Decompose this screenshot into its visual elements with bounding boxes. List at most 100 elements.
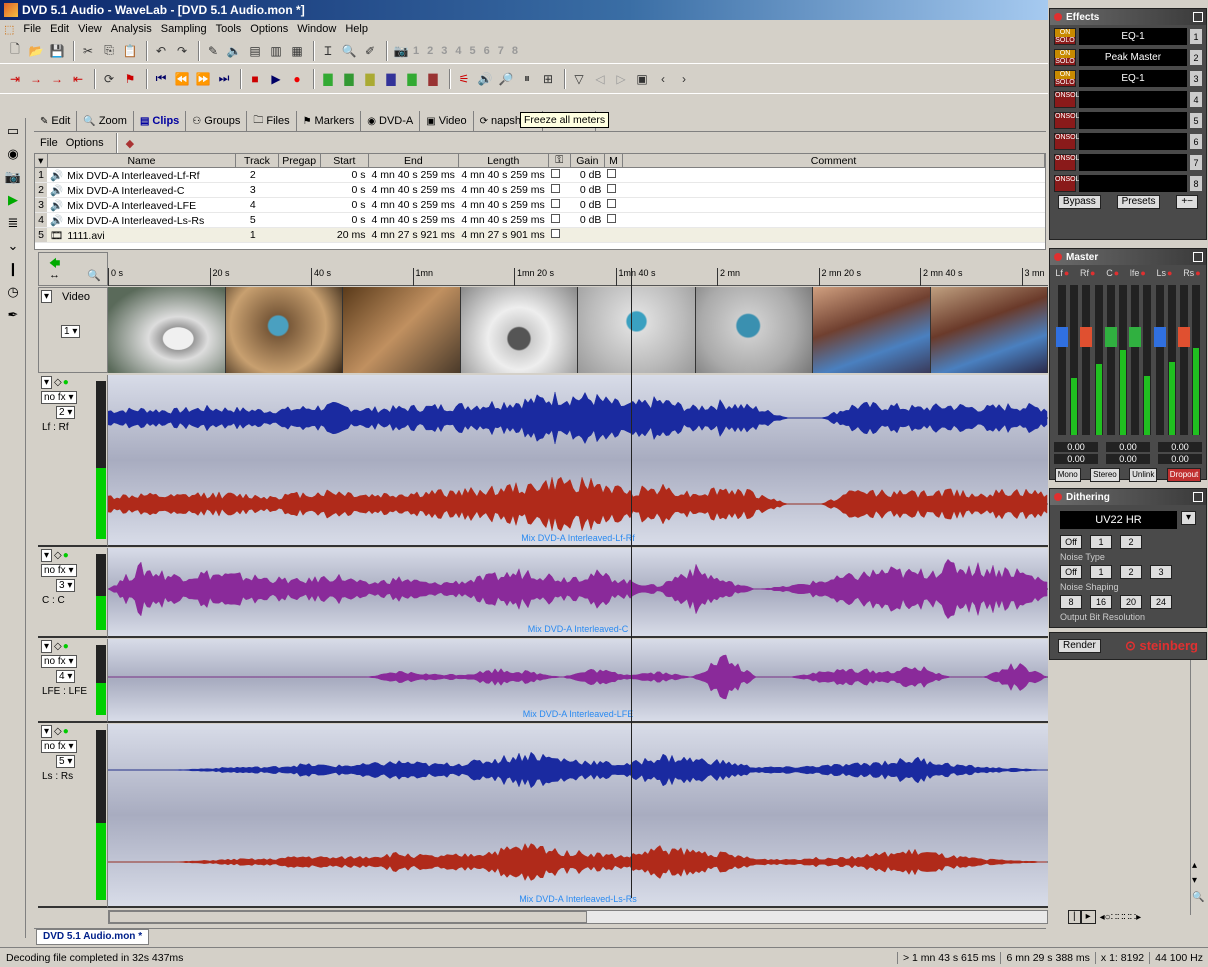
column-header-index[interactable]: ▾ [35, 154, 48, 168]
channel-fader[interactable] [1056, 285, 1068, 435]
effect-name[interactable]: EQ-1 [1079, 28, 1187, 45]
cut-icon[interactable]: ✂ [79, 42, 97, 60]
clip-comment[interactable] [622, 212, 1045, 228]
solo-button[interactable]: SOLO [1055, 37, 1074, 44]
arrow-right-icon[interactable]: → [27, 70, 45, 88]
fader-knob[interactable] [1056, 327, 1068, 347]
nudge-right-icon[interactable]: ▷ [612, 70, 630, 88]
menu-item-edit[interactable]: Edit [50, 23, 69, 35]
unlink-button[interactable]: Unlink [1129, 468, 1158, 482]
effect-name[interactable] [1079, 154, 1187, 171]
track-waveform[interactable]: Mix DVD-A Interleaved-C [108, 548, 1048, 638]
lock-checkbox[interactable] [551, 214, 561, 223]
video-track-menu[interactable]: ▾ [41, 290, 53, 303]
back-icon[interactable]: ‹ [654, 70, 672, 88]
channel-power-icon[interactable]: ● [1090, 268, 1095, 278]
lock-checkbox[interactable] [551, 169, 561, 178]
draw-icon[interactable]: ✐ [361, 42, 379, 60]
play-icon[interactable]: ▶ [267, 70, 285, 88]
snapshot-button-6[interactable]: 6 [484, 45, 490, 57]
playback-cursor[interactable] [631, 268, 632, 898]
table-row[interactable]: 5 🎞 1111.avi 1 20 ms 4 mn 27 s 921 ms 4 mn 27 … [35, 227, 1045, 243]
clip-comment[interactable] [622, 182, 1045, 198]
on-solo-toggle[interactable]: ONSOLO [1054, 91, 1085, 108]
track-number-select[interactable]: 3 ▾ [56, 579, 76, 592]
mute-checkbox[interactable] [607, 214, 617, 223]
tab-groups[interactable]: ⚇ Groups [186, 111, 248, 131]
channel-fader[interactable] [1080, 285, 1093, 435]
track-menu-icon[interactable]: ▾ [41, 376, 53, 389]
pencil-icon[interactable]: ✎ [204, 42, 222, 60]
on-button[interactable]: ON [1055, 134, 1066, 141]
tab-files[interactable]: 🗀 Files [247, 111, 297, 131]
channel-fader[interactable] [1178, 285, 1190, 435]
nav-left-icon[interactable]: | [1068, 910, 1081, 924]
noise-shaping-option[interactable]: 2 [1120, 565, 1142, 579]
effect-name[interactable]: Peak Master [1079, 49, 1187, 66]
on-button[interactable]: ON [1055, 92, 1066, 99]
lock-checkbox[interactable] [551, 199, 561, 208]
presets-button[interactable]: Presets [1116, 195, 1161, 209]
track-menu-icon[interactable]: ▾ [41, 640, 53, 653]
power-icon[interactable] [1054, 493, 1062, 501]
analysis-icon[interactable]: ⚟ [455, 70, 473, 88]
play-from-icon[interactable]: ⇤ [69, 70, 87, 88]
time-icon[interactable]: ◷ [3, 282, 23, 302]
on-solo-toggle[interactable]: ONSOLO [1054, 112, 1085, 129]
rewind-icon[interactable]: ⏪ [173, 70, 191, 88]
mute-checkbox[interactable] [607, 169, 617, 178]
channel-power-icon[interactable]: ● [1167, 268, 1172, 278]
table-row[interactable]: 1 🔊 Mix DVD-A Interleaved-Lf-Rf 2 0 s4 mn 40… [35, 167, 1045, 183]
bit-res-option[interactable]: 24 [1150, 595, 1172, 609]
menu-item-view[interactable]: View [78, 23, 102, 35]
scroll-up-icon[interactable]: ▴ [1192, 860, 1197, 871]
meter-3-icon[interactable]: ▇ [361, 70, 379, 88]
on-solo-toggle[interactable]: ONSOLO [1054, 133, 1085, 150]
on-solo-toggle[interactable]: ONSOLO [1054, 28, 1076, 45]
dropout-button[interactable]: Dropout [1166, 468, 1202, 482]
on-button[interactable]: ON [1055, 176, 1066, 183]
track-active-icon[interactable]: ● [63, 726, 69, 737]
meter-6-icon[interactable]: ▇ [424, 70, 442, 88]
zoom-tool-icon[interactable]: 🔍 [340, 42, 358, 60]
table-row[interactable]: 3 🔊 Mix DVD-A Interleaved-LFE 4 0 s4 mn 40 s… [35, 197, 1045, 213]
bit-res-option[interactable]: 20 [1120, 595, 1142, 609]
stereo-button[interactable]: Stereo [1090, 468, 1120, 482]
document-tab[interactable]: DVD 5.1 Audio.mon * [36, 929, 150, 945]
horizontal-scrollbar[interactable] [108, 910, 1048, 924]
camera-icon[interactable]: 📷 [392, 42, 410, 60]
fader-knob[interactable] [1153, 327, 1166, 347]
track-fx-select[interactable]: no fx ▾ [41, 391, 77, 404]
dither-preset-select[interactable]: UV22 HR [1060, 511, 1177, 529]
effect-name[interactable] [1079, 112, 1187, 129]
fader-knob[interactable] [1104, 327, 1117, 347]
snapshot-button-7[interactable]: 7 [498, 45, 504, 57]
play-to-icon[interactable]: ⇥ [6, 70, 24, 88]
power-icon[interactable] [1054, 253, 1062, 261]
on-solo-toggle[interactable]: ONSOLO [1054, 49, 1076, 66]
fader-knob[interactable] [1178, 327, 1190, 347]
diamond-icon[interactable]: ◇ [54, 377, 62, 388]
meter-4-icon[interactable]: ▇ [382, 70, 400, 88]
track-fx-select[interactable]: no fx ▾ [41, 655, 77, 668]
snapshot-button-8[interactable]: 8 [512, 45, 518, 57]
camera-icon[interactable]: 📷 [3, 167, 23, 187]
key-icon[interactable]: ⚿ [548, 154, 571, 168]
nav-play-icon[interactable]: ▸ [1080, 910, 1096, 924]
options-menu[interactable]: Options [66, 137, 104, 149]
solo-button[interactable]: SOLO [1055, 79, 1074, 86]
on-button[interactable]: ON [1055, 155, 1066, 162]
loop-icon[interactable]: ⟳ [100, 70, 118, 88]
paste-icon[interactable]: 📋 [121, 42, 139, 60]
meter-1-icon[interactable]: ▇ [319, 70, 337, 88]
table-row[interactable]: 4 🔊 Mix DVD-A Interleaved-Ls-Rs 5 0 s4 mn 40… [35, 212, 1045, 228]
dvd-icon[interactable]: ◉ [3, 144, 23, 164]
track-menu-icon[interactable]: ▾ [41, 725, 53, 738]
play-green-icon[interactable]: ▶ [3, 190, 23, 210]
channel-power-icon[interactable]: ● [1140, 268, 1145, 278]
snapshot-button-1[interactable]: 1 [413, 45, 419, 57]
nudge-left-icon[interactable]: ◁ [591, 70, 609, 88]
navigation-control[interactable]: | ▸ ◂○∷∷∷∷▸ [1068, 908, 1196, 926]
track-waveform[interactable]: Mix DVD-A Interleaved-Lf-Rf [108, 375, 1048, 547]
on-solo-toggle[interactable]: ONSOLO [1054, 154, 1085, 171]
